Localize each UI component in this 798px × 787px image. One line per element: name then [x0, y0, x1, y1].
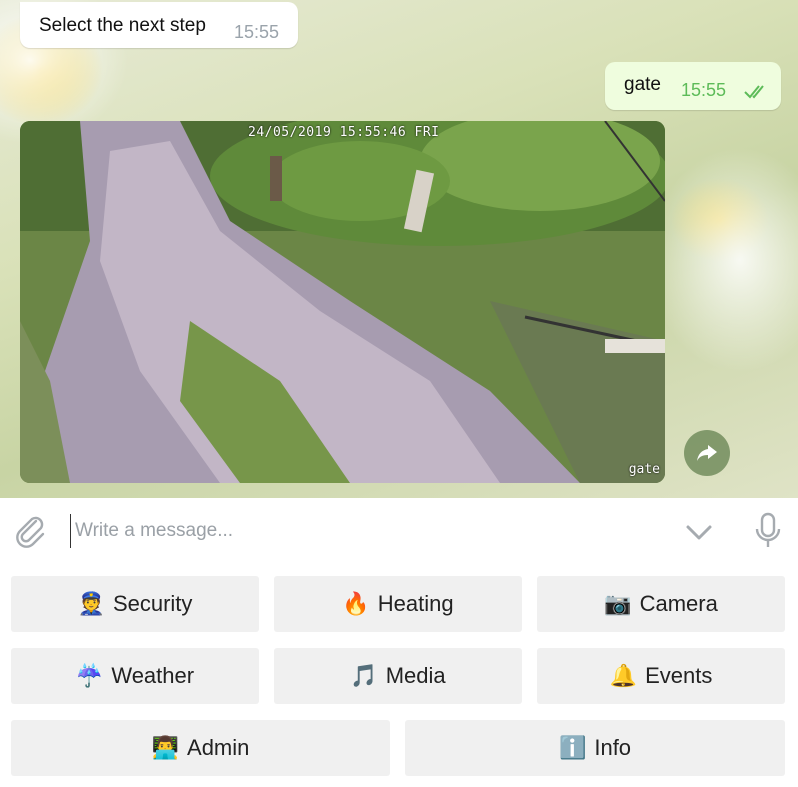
- chat-background: Select the next step 15:55 gate 15:55 24…: [0, 0, 798, 498]
- forward-button[interactable]: [684, 430, 730, 476]
- message-input[interactable]: [70, 514, 667, 548]
- forward-arrow-icon: [697, 445, 717, 461]
- message-time: 15:55: [234, 22, 280, 42]
- camera-timestamp: 24/05/2019 15:55:46 FRI: [248, 125, 440, 140]
- camera-label: gate: [628, 462, 660, 477]
- paperclip-icon[interactable]: [12, 512, 48, 548]
- technologist-icon: 👨‍💻: [151, 735, 180, 760]
- button-label: Media: [385, 663, 446, 688]
- camera-snapshot[interactable]: 24/05/2019 15:55:46 FRI gate: [20, 121, 665, 483]
- heating-button[interactable]: 🔥 Heating: [274, 576, 522, 632]
- info-button[interactable]: ℹ️ Info: [405, 720, 785, 776]
- button-label: Security: [112, 591, 193, 616]
- weather-button[interactable]: ☔ Weather: [11, 648, 259, 704]
- button-label: Events: [645, 663, 713, 688]
- button-label: Info: [594, 735, 632, 760]
- message-text: Select the next step: [39, 15, 206, 36]
- snapshot-image: [20, 121, 665, 483]
- camera-icon: 📷: [604, 591, 632, 616]
- media-button[interactable]: 🎵 Media: [274, 648, 522, 704]
- fire-icon: 🔥: [342, 591, 370, 616]
- message-text: gate: [624, 74, 661, 95]
- incoming-message: Select the next step 15:55: [20, 2, 298, 48]
- police-officer-icon: 👮: [77, 591, 105, 616]
- admin-button[interactable]: 👨‍💻 Admin: [11, 720, 390, 776]
- umbrella-icon: ☔: [75, 663, 104, 688]
- bell-icon: 🔔: [609, 663, 638, 688]
- button-label: Heating: [377, 591, 454, 616]
- outgoing-message: gate 15:55: [605, 62, 781, 110]
- music-note-icon: 🎵: [350, 663, 378, 688]
- button-label: Camera: [639, 591, 718, 616]
- microphone-icon[interactable]: [752, 512, 784, 550]
- button-label: Admin: [187, 735, 250, 760]
- camera-button[interactable]: 📷 Camera: [537, 576, 785, 632]
- message-composer: [0, 498, 798, 564]
- events-button[interactable]: 🔔 Events: [537, 648, 785, 704]
- info-icon: ℹ️: [558, 735, 587, 760]
- button-label: Weather: [111, 663, 195, 688]
- double-check-icon: [744, 85, 764, 99]
- chevron-down-icon[interactable]: [684, 518, 714, 546]
- security-button[interactable]: 👮 Security: [11, 576, 259, 632]
- message-time: 15:55: [681, 80, 727, 100]
